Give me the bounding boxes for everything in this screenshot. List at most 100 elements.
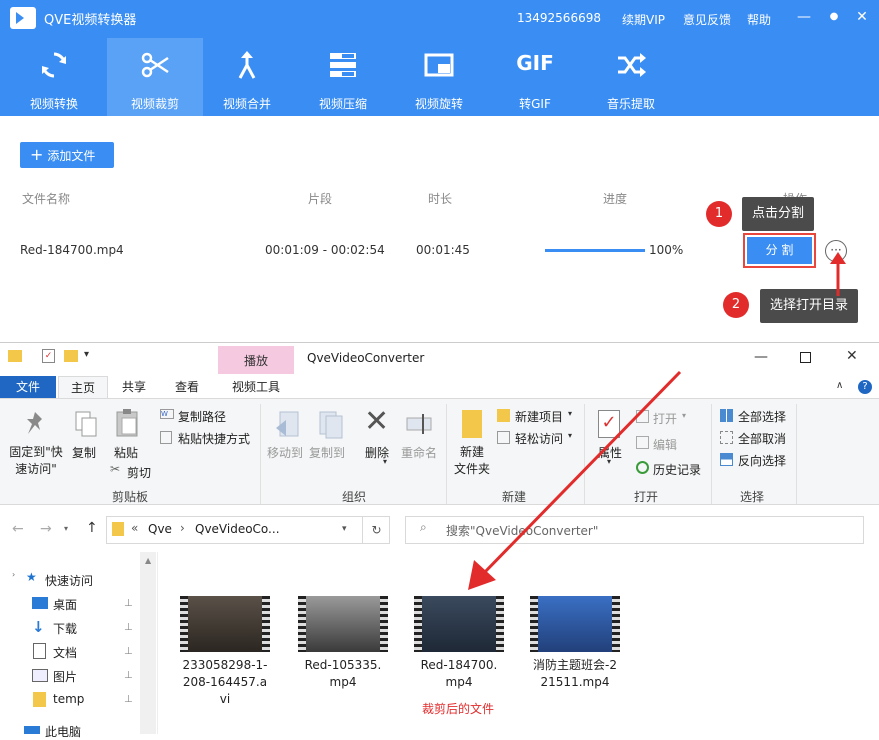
tab-file[interactable]: 文件 <box>0 376 56 398</box>
pin-icon[interactable]: ⊥ <box>124 622 133 633</box>
address-segment-qve[interactable]: Qve <box>148 522 172 536</box>
folder-icon <box>8 350 22 362</box>
app-title: QVE视频转换器 <box>44 13 137 28</box>
tool-label: 视频转换 <box>29 97 78 111</box>
back-button[interactable]: ← <box>12 521 24 537</box>
paste-button[interactable]: 粘贴 <box>114 444 138 461</box>
tab-video-tools[interactable]: 视频工具 <box>218 376 294 398</box>
rename-button[interactable]: 重命名 <box>401 444 437 461</box>
select-none-button[interactable]: 全部取消 <box>738 430 786 447</box>
paste-shortcut-icon <box>160 431 172 444</box>
video-thumbnail <box>414 596 504 652</box>
settings-icon[interactable]: ● <box>825 11 843 22</box>
merge-icon <box>238 51 256 79</box>
gif-icon: GIF <box>516 51 554 75</box>
new-folder-icon[interactable] <box>64 350 78 362</box>
file-item[interactable]: 233058298-1-208-164457.avi <box>178 596 272 708</box>
rotate-icon <box>424 53 454 77</box>
copy-button[interactable]: 复制 <box>72 444 96 461</box>
row-segment: 00:01:09 - 00:02:54 <box>265 243 385 257</box>
context-tab-play[interactable]: 播放 <box>218 352 294 369</box>
pin-icon[interactable]: ⊥ <box>124 670 133 681</box>
pin-icon[interactable]: ⊥ <box>124 598 133 609</box>
up-button[interactable]: ↑ <box>86 520 98 536</box>
pictures-icon <box>32 669 48 682</box>
file-item[interactable]: Red-184700.mp4 <box>412 596 506 691</box>
row-progress-text: 100% <box>649 243 684 257</box>
address-segment-current[interactable]: QveVideoCo... <box>195 522 280 536</box>
copy-to-button[interactable]: 复制到 <box>309 444 345 461</box>
tab-home[interactable]: 主页 <box>58 376 108 398</box>
close-button[interactable]: ✕ <box>853 9 871 25</box>
file-name: Red-105335.mp4 <box>304 658 382 689</box>
split-label: 分 割 <box>747 237 812 264</box>
row-file-name: Red-184700.mp4 <box>20 243 124 257</box>
tool-video-merge[interactable]: 视频合并 <box>199 38 295 116</box>
ribbon-separator <box>446 404 447 504</box>
tool-label: 音乐提取 <box>606 97 655 111</box>
account-phone[interactable]: 13492566698 <box>517 11 601 25</box>
desktop-icon <box>32 597 48 609</box>
tool-to-gif[interactable]: GIF 转GIF <box>487 38 583 116</box>
nav-scrollbar[interactable] <box>140 552 156 734</box>
properties-icon[interactable]: ✓ <box>42 349 55 363</box>
tool-video-convert[interactable]: 视频转换 <box>6 38 102 116</box>
scroll-up-icon[interactable]: ▲ <box>145 556 151 565</box>
pin-quick-access-button[interactable]: 固定到"快速访问" <box>6 444 66 478</box>
nav-temp[interactable]: temp <box>53 692 84 706</box>
paste-shortcut-button[interactable]: 粘贴快捷方式 <box>178 430 250 447</box>
cut-button[interactable]: 剪切 <box>127 464 151 481</box>
nav-downloads[interactable]: 下载 <box>53 620 77 637</box>
copy-icon <box>75 411 97 437</box>
renew-vip-link[interactable]: 续期VIP <box>622 11 665 28</box>
scissors-icon <box>141 52 169 78</box>
nav-desktop[interactable]: 桌面 <box>53 596 77 613</box>
compress-icon <box>330 53 356 77</box>
address-dropdown-icon[interactable]: ▾ <box>342 524 347 534</box>
nav-quick-access[interactable]: 快速访问 <box>45 572 93 589</box>
feedback-link[interactable]: 意见反馈 <box>683 11 731 28</box>
customize-toolbar-icon[interactable]: ▾ <box>84 349 89 360</box>
add-file-button[interactable]: + 添加文件 <box>20 142 114 168</box>
ribbon-separator <box>796 404 797 504</box>
tab-view[interactable]: 查看 <box>164 376 210 398</box>
select-all-button[interactable]: 全部选择 <box>738 408 786 425</box>
delete-dropdown-icon[interactable]: ▾ <box>383 457 387 466</box>
expand-icon[interactable]: › <box>12 570 15 579</box>
tool-label: 视频旋转 <box>414 97 463 111</box>
pin-icon[interactable]: ⊥ <box>124 646 133 657</box>
copy-path-button[interactable]: 复制路径 <box>178 408 226 425</box>
tool-label: 视频压缩 <box>318 97 367 111</box>
star-icon: ★ <box>26 570 37 584</box>
nav-this-pc[interactable]: 此电脑 <box>45 723 81 740</box>
split-button[interactable]: 分 割 <box>743 233 816 268</box>
nav-documents[interactable]: 文档 <box>53 644 77 661</box>
step-2-badge: 2 <box>723 292 749 318</box>
explorer-maximize-button[interactable] <box>800 352 811 363</box>
breadcrumb-chevron-icon: › <box>180 521 185 535</box>
help-link[interactable]: 帮助 <box>747 11 771 28</box>
address-overflow[interactable]: « <box>131 521 138 535</box>
ribbon-separator <box>711 404 712 504</box>
invert-selection-button[interactable]: 反向选择 <box>738 452 786 469</box>
move-to-button[interactable]: 移动到 <box>267 444 303 461</box>
tab-share[interactable]: 共享 <box>112 376 156 398</box>
explorer-close-button[interactable]: ✕ <box>846 348 858 364</box>
tool-video-compress[interactable]: 视频压缩 <box>295 38 391 116</box>
step-1-badge: 1 <box>706 201 732 227</box>
tool-video-rotate[interactable]: 视频旋转 <box>391 38 487 116</box>
file-item[interactable]: 消防主题班会-221511.mp4 <box>528 596 622 691</box>
collapse-ribbon-icon[interactable]: ∧ <box>836 380 843 391</box>
file-item[interactable]: Red-105335.mp4 <box>296 596 390 691</box>
help-icon[interactable]: ? <box>858 380 872 394</box>
minimize-button[interactable]: — <box>795 9 813 25</box>
tool-video-crop[interactable]: 视频裁剪 <box>107 38 203 116</box>
tool-music-extract[interactable]: 音乐提取 <box>583 38 679 116</box>
recent-locations-icon[interactable]: ▾ <box>64 524 68 533</box>
forward-button[interactable]: → <box>40 521 52 537</box>
explorer-minimize-button[interactable]: — <box>754 349 768 365</box>
pin-icon[interactable]: ⊥ <box>124 694 133 705</box>
nav-pictures[interactable]: 图片 <box>53 668 77 685</box>
arrow-annotation-icon <box>468 370 682 590</box>
refresh-button[interactable]: ↻ <box>362 516 390 544</box>
